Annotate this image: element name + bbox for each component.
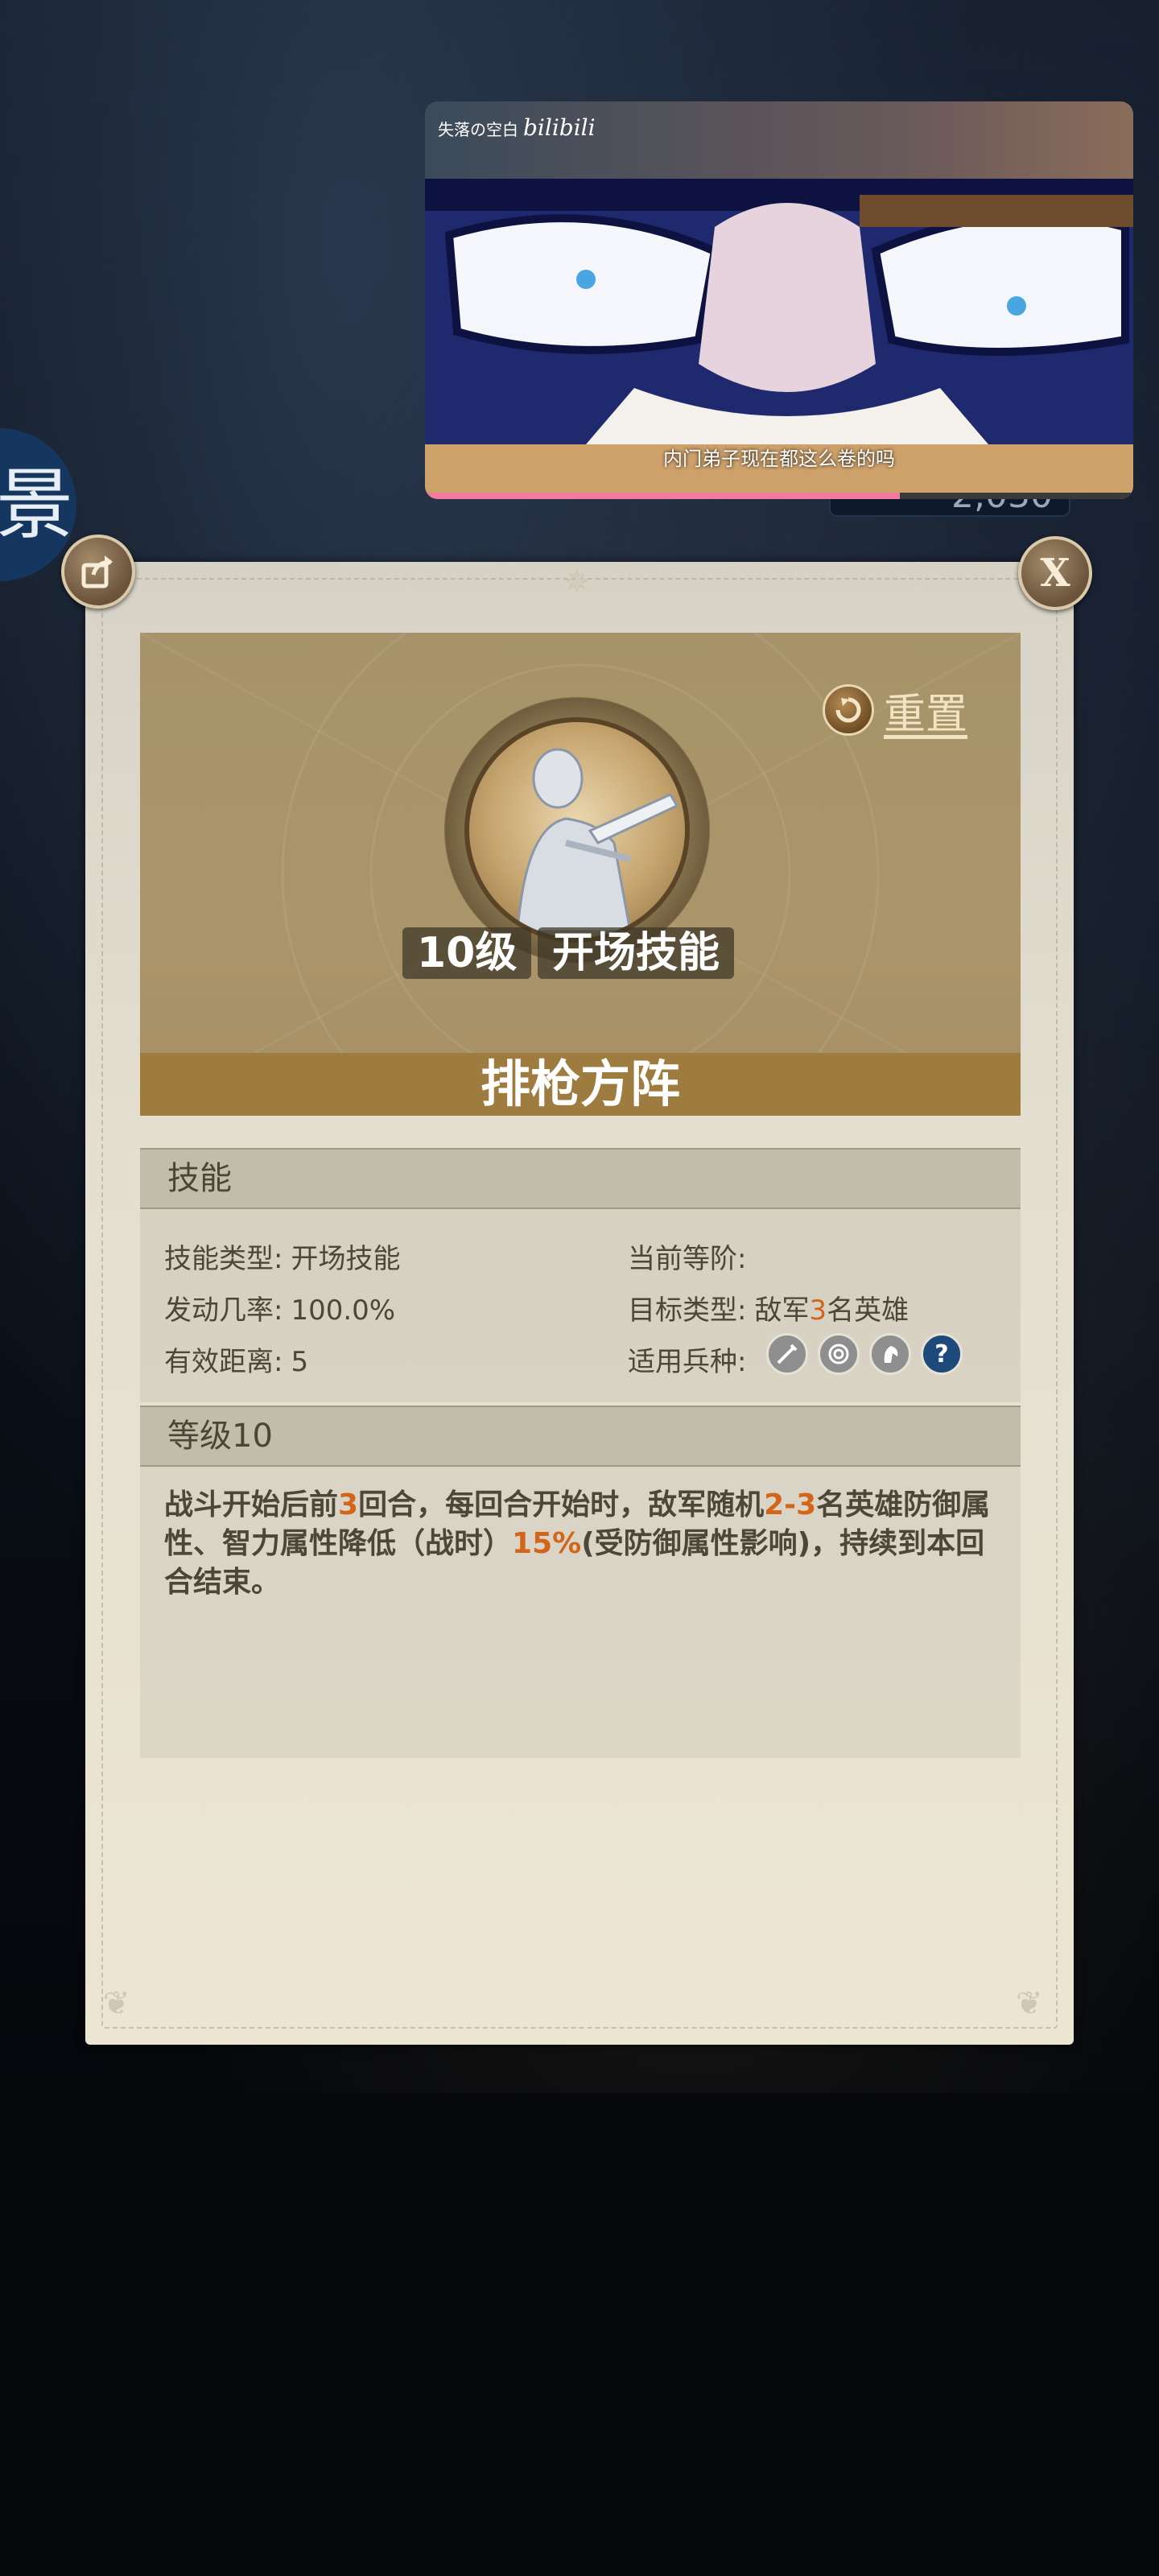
skill-section-header: 技能 <box>140 1148 1021 1209</box>
video-progress-bar[interactable] <box>425 493 1133 499</box>
desc-part: 战斗开始后前 <box>164 1488 339 1521</box>
range-value: 5 <box>291 1346 309 1378</box>
desc-number: 2-3 <box>764 1488 817 1521</box>
target-type-suffix: 名英雄 <box>827 1294 909 1327</box>
video-subtitle: 内门弟子现在都这么卷的吗 <box>663 448 895 470</box>
corner-ornament-icon: ❦ <box>1016 1985 1043 2022</box>
skill-type-label: 技能类型: <box>164 1243 283 1275</box>
video-progress-fill <box>425 493 900 499</box>
target-type-prefix: 敌军 <box>754 1294 810 1327</box>
target-type-row: 目标类型: 敌军3名英雄 <box>628 1288 909 1327</box>
desc-number: 3 <box>338 1488 359 1521</box>
range-row: 有效距离: 5 <box>164 1340 308 1379</box>
top-ornament-icon: ✵ <box>563 564 591 601</box>
reset-icon <box>823 684 874 736</box>
trigger-rate-label: 发动几率: <box>164 1294 283 1327</box>
skill-type-row: 技能类型: 开场技能 <box>164 1236 400 1276</box>
skill-level-badge: 10级 <box>402 927 532 979</box>
level-section-header: 等级10 <box>140 1406 1021 1467</box>
skill-name: 排枪方阵 <box>140 1053 1021 1116</box>
share-icon <box>81 555 113 588</box>
video-source-label: 失落の空白 bilibili <box>438 114 596 141</box>
reset-button[interactable]: 重置 <box>823 681 967 739</box>
hero-portrait <box>444 697 710 963</box>
current-tier-label: 当前等阶: <box>628 1243 747 1275</box>
archer-unit-icon[interactable] <box>818 1333 860 1375</box>
desc-part: 回合，每回合开始时，敌军随机 <box>358 1488 765 1521</box>
skill-type-badge: 开场技能 <box>538 927 735 979</box>
unknown-unit-icon[interactable]: ? <box>921 1333 963 1375</box>
unit-type-icons: ? <box>766 1333 963 1375</box>
trigger-rate-row: 发动几率: 100.0% <box>164 1288 395 1327</box>
reset-label: 重置 <box>884 691 968 738</box>
share-button[interactable] <box>61 535 135 609</box>
desc-number: 15% <box>512 1527 582 1560</box>
target-count: 3 <box>809 1294 827 1327</box>
trigger-rate-value: 100.0% <box>291 1294 396 1327</box>
video-pip-player[interactable]: 失落の空白 bilibili 内门弟子现在都这么卷的吗 <box>425 101 1133 499</box>
musketeer-icon <box>516 748 679 933</box>
corner-ornament-icon: ❦ <box>103 1985 130 2022</box>
current-tier-row: 当前等阶: <box>628 1236 754 1276</box>
range-label: 有效距离: <box>164 1346 283 1378</box>
sword-unit-icon[interactable] <box>766 1333 808 1375</box>
units-row: 适用兵种: <box>628 1340 746 1379</box>
skill-description: 战斗开始后前3回合，每回合开始时，敌军随机2-3名英雄防御属性、智力属性降低（战… <box>164 1486 1001 1602</box>
hero-portrait-frame <box>464 717 690 943</box>
skill-type-value: 开场技能 <box>291 1243 401 1275</box>
cavalry-unit-icon[interactable] <box>869 1333 911 1375</box>
units-label: 适用兵种: <box>628 1346 747 1378</box>
target-type-label: 目标类型: <box>628 1294 747 1327</box>
close-button[interactable]: X <box>1018 536 1092 610</box>
